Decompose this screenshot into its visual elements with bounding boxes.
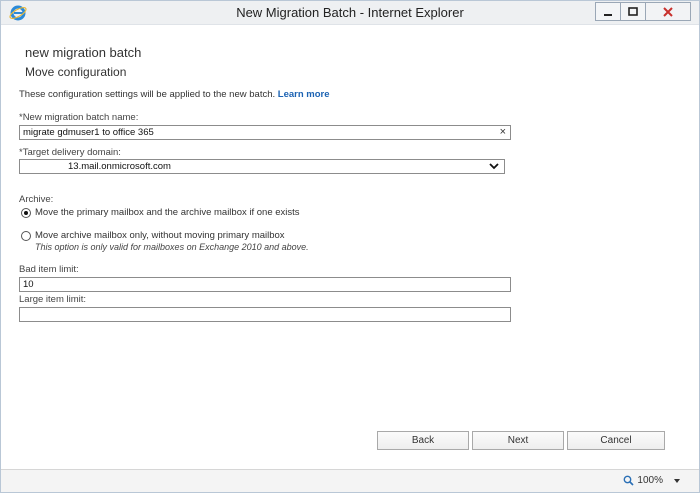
archive-option-note: This option is only valid for mailboxes … <box>35 242 309 252</box>
back-button[interactable]: Back <box>377 431 469 450</box>
maximize-button[interactable] <box>620 2 646 21</box>
zoom-control[interactable]: 100% <box>623 475 681 486</box>
info-text: These configuration settings will be app… <box>19 89 330 100</box>
target-domain-select[interactable]: 13.mail.onmicrosoft.com <box>19 159 505 174</box>
large-item-label: Large item limit: <box>19 294 87 305</box>
status-bar: 100% <box>1 469 699 492</box>
page-subtitle: Move configuration <box>25 65 127 79</box>
cancel-button[interactable]: Cancel <box>567 431 665 450</box>
window-controls <box>595 2 691 21</box>
archive-option-archive-only[interactable]: Move archive mailbox only, without movin… <box>21 230 309 252</box>
close-button[interactable] <box>645 2 691 21</box>
target-domain-value: 13.mail.onmicrosoft.com <box>68 161 171 172</box>
maximize-icon <box>628 6 638 16</box>
dialog-content: new migration batch Move configuration T… <box>1 26 699 468</box>
next-button[interactable]: Next <box>472 431 564 450</box>
archive-option-label: Move the primary mailbox and the archive… <box>35 207 300 218</box>
close-icon <box>663 6 673 17</box>
radio-button[interactable] <box>21 208 31 218</box>
batch-name-label: *New migration batch name: <box>19 112 139 123</box>
title-bar: New Migration Batch - Internet Explorer <box>1 1 699 25</box>
radio-button[interactable] <box>21 231 31 241</box>
page-title: new migration batch <box>25 45 142 60</box>
bad-item-value: 10 <box>23 279 34 290</box>
large-item-input[interactable] <box>19 307 511 322</box>
target-domain-label: *Target delivery domain: <box>19 147 121 158</box>
chevron-down-icon <box>489 163 499 170</box>
batch-name-value: migrate gdmuser1 to office 365 <box>23 127 154 138</box>
bad-item-input[interactable]: 10 <box>19 277 511 292</box>
info-message: These configuration settings will be app… <box>19 89 276 100</box>
zoom-dropdown-icon[interactable] <box>673 478 681 484</box>
zoom-level: 100% <box>637 475 663 486</box>
archive-option-both[interactable]: Move the primary mailbox and the archive… <box>21 207 300 218</box>
archive-option-label: Move archive mailbox only, without movin… <box>35 230 285 241</box>
bad-item-label: Bad item limit: <box>19 264 79 275</box>
archive-label: Archive: <box>19 194 54 205</box>
browser-window: New Migration Batch - Internet Explorer … <box>0 0 700 493</box>
clear-icon[interactable]: × <box>500 126 506 138</box>
batch-name-input[interactable]: migrate gdmuser1 to office 365 × <box>19 125 511 140</box>
minimize-button[interactable] <box>595 2 621 21</box>
minimize-icon <box>604 13 612 16</box>
learn-more-link[interactable]: Learn more <box>278 89 330 100</box>
zoom-icon <box>624 475 634 486</box>
